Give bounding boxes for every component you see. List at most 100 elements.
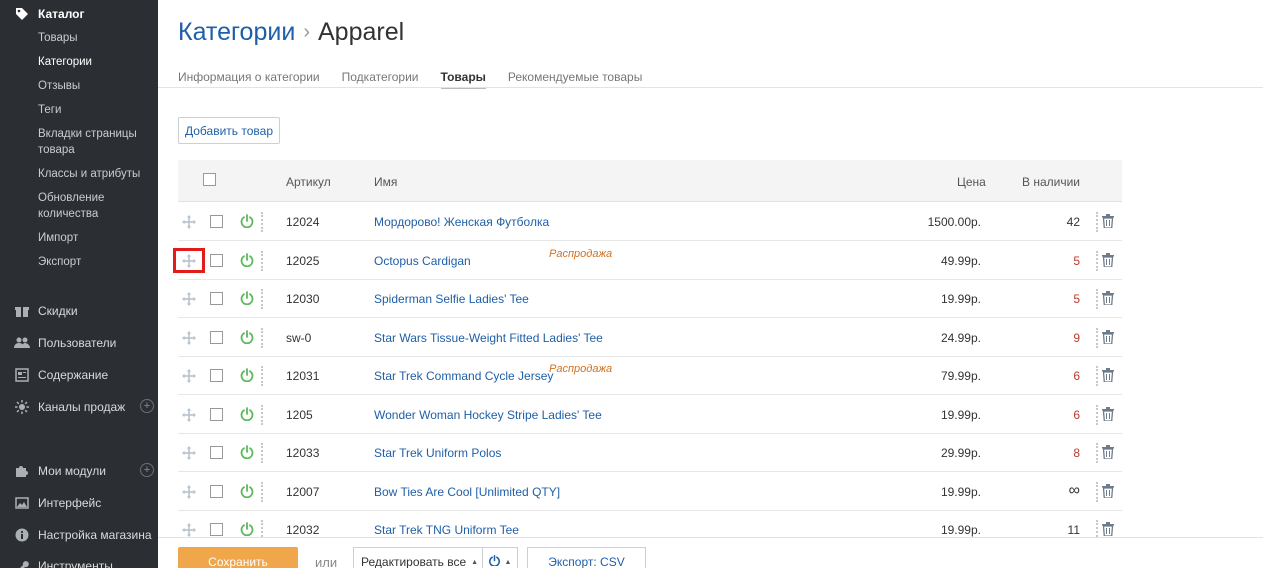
trash-icon[interactable] xyxy=(1102,252,1114,268)
column-header-name[interactable]: Имя xyxy=(374,175,397,189)
product-sku: 1205 xyxy=(286,407,313,422)
drag-handle-icon[interactable] xyxy=(182,215,196,229)
row-checkbox[interactable] xyxy=(210,330,223,344)
trash-icon[interactable] xyxy=(1102,291,1114,306)
product-name-link[interactable]: Мордорово! Женская Футболка xyxy=(374,215,549,229)
sidebar-item-my-modules[interactable]: Мои модули + xyxy=(14,462,154,480)
trash-icon[interactable] xyxy=(1102,214,1114,229)
row-checkbox[interactable] xyxy=(210,369,223,382)
table-row: 12031 Star Trek Command Cycle Jersey Распр… xyxy=(178,357,1122,395)
drag-handle-icon[interactable] xyxy=(182,484,196,499)
product-stock[interactable]: 6 xyxy=(1073,369,1080,383)
add-channel-plus-icon[interactable]: + xyxy=(140,399,154,413)
column-header-stock[interactable]: В наличии xyxy=(1022,175,1080,189)
sidebar-item-classes-attributes[interactable]: Классы и атрибуты xyxy=(38,166,153,182)
product-name-link[interactable]: Octopus Cardigan xyxy=(374,254,471,268)
product-stock[interactable]: 5 xyxy=(1073,254,1080,268)
sidebar-item-label: Мои модули xyxy=(38,464,106,478)
sidebar-item-users[interactable]: Пользователи xyxy=(14,334,154,352)
table-row: 12024 Мордорово! Женская Футболка 1500.00р… xyxy=(178,203,1122,241)
export-csv-button[interactable]: Экспорт: CSV xyxy=(527,547,646,568)
product-name-link[interactable]: Star Wars Tissue-Weight Fitted Ladies' T… xyxy=(374,331,603,345)
drag-handle-icon[interactable] xyxy=(182,446,196,460)
product-sku: 12033 xyxy=(286,446,320,460)
row-checkbox[interactable] xyxy=(210,407,223,421)
bulk-power-dropdown[interactable]: ▲ xyxy=(482,547,518,568)
product-price[interactable]: 24.99р. xyxy=(941,331,981,345)
edit-all-dropdown[interactable]: Редактировать все ▲ xyxy=(353,547,483,568)
trash-icon[interactable] xyxy=(1102,406,1114,422)
sidebar-item-products[interactable]: Товары xyxy=(38,30,153,46)
power-toggle-icon[interactable] xyxy=(240,445,254,460)
sidebar-item-sales-channels[interactable]: Каналы продаж + xyxy=(14,398,154,416)
breadcrumb-categories[interactable]: Категории xyxy=(178,18,295,46)
sidebar-item-shop-settings[interactable]: Настройка магазина xyxy=(14,526,154,544)
power-toggle-icon[interactable] xyxy=(240,522,254,537)
sidebar-item-quantity-update[interactable]: Обновление количества xyxy=(38,190,153,222)
product-stock[interactable]: ∞ xyxy=(1069,482,1080,500)
sidebar-item-interface[interactable]: Интерфейс xyxy=(14,494,154,512)
sidebar-item-reviews[interactable]: Отзывы xyxy=(38,78,153,94)
trash-icon[interactable] xyxy=(1102,329,1114,345)
product-name-link[interactable]: Bow Ties Are Cool [Unlimited QTY] xyxy=(374,485,560,499)
row-checkbox[interactable] xyxy=(210,253,223,267)
product-price[interactable]: 19.99р. xyxy=(941,292,981,306)
add-module-plus-icon[interactable]: + xyxy=(140,463,154,477)
product-price[interactable]: 19.99р. xyxy=(941,523,981,537)
row-checkbox[interactable] xyxy=(210,215,223,228)
product-stock[interactable]: 8 xyxy=(1073,446,1080,460)
trash-icon[interactable] xyxy=(1102,445,1114,460)
product-name-link[interactable]: Star Trek TNG Uniform Tee xyxy=(374,523,519,537)
drag-handle-icon[interactable] xyxy=(182,330,196,345)
row-checkbox[interactable] xyxy=(210,446,223,459)
row-checkbox[interactable] xyxy=(210,484,223,498)
drag-handle-icon[interactable] xyxy=(182,407,196,422)
column-header-price[interactable]: Цена xyxy=(957,175,986,189)
sidebar-catalog-header[interactable]: Каталог xyxy=(14,6,85,22)
product-name-link[interactable]: Star Trek Command Cycle Jersey xyxy=(374,369,553,383)
product-price[interactable]: 29.99р. xyxy=(941,446,981,460)
product-stock[interactable]: 5 xyxy=(1073,292,1080,306)
sidebar-item-categories[interactable]: Категории xyxy=(38,54,153,70)
row-checkbox[interactable] xyxy=(210,292,223,305)
product-stock[interactable]: 11 xyxy=(1068,523,1080,537)
product-price[interactable]: 19.99р. xyxy=(941,485,981,499)
product-stock[interactable]: 9 xyxy=(1073,331,1080,345)
drag-handle-icon[interactable] xyxy=(182,292,196,306)
sidebar-item-export[interactable]: Экспорт xyxy=(38,254,153,270)
power-toggle-icon[interactable] xyxy=(240,406,254,421)
power-toggle-icon[interactable] xyxy=(240,252,254,267)
power-toggle-icon[interactable] xyxy=(240,291,254,306)
sidebar-item-import[interactable]: Импорт xyxy=(38,230,153,246)
trash-icon[interactable] xyxy=(1102,522,1114,537)
product-stock[interactable]: 6 xyxy=(1073,408,1080,422)
power-toggle-icon[interactable] xyxy=(240,368,254,383)
product-price[interactable]: 79.99р. xyxy=(941,369,981,383)
column-header-sku[interactable]: Артикул xyxy=(286,175,331,189)
sidebar-item-product-tabs[interactable]: Вкладки страницы товара xyxy=(38,126,153,158)
product-stock[interactable]: 42 xyxy=(1067,215,1080,229)
sidebar-item-discounts[interactable]: Скидки xyxy=(14,302,154,320)
add-product-button[interactable]: Добавить товар xyxy=(178,117,280,144)
power-toggle-icon[interactable] xyxy=(240,483,254,498)
product-price[interactable]: 19.99р. xyxy=(941,408,981,422)
product-name-link[interactable]: Wonder Woman Hockey Stripe Ladies' Tee xyxy=(374,408,602,422)
image-icon xyxy=(14,495,30,511)
power-toggle-icon[interactable] xyxy=(240,214,254,229)
select-all-checkbox[interactable] xyxy=(203,173,216,186)
product-price[interactable]: 1500.00р. xyxy=(928,215,981,229)
product-name-link[interactable]: Spiderman Selfie Ladies' Tee xyxy=(374,292,529,306)
product-price[interactable]: 49.99р. xyxy=(941,254,981,268)
trash-icon[interactable] xyxy=(1102,483,1114,499)
trash-icon[interactable] xyxy=(1102,368,1114,383)
row-checkbox[interactable] xyxy=(210,523,223,536)
sidebar-item-tags[interactable]: Теги xyxy=(38,102,153,118)
drag-handle-icon[interactable] xyxy=(182,523,196,537)
power-toggle-icon[interactable] xyxy=(240,329,254,344)
product-name-link[interactable]: Star Trek Uniform Polos xyxy=(374,446,501,460)
row-divider xyxy=(261,327,263,348)
drag-handle-icon[interactable] xyxy=(182,369,196,383)
sidebar-item-content[interactable]: Содержание xyxy=(14,366,154,384)
save-button[interactable]: Сохранить xyxy=(178,547,298,568)
sidebar-item-tools[interactable]: Инструменты xyxy=(14,557,154,568)
